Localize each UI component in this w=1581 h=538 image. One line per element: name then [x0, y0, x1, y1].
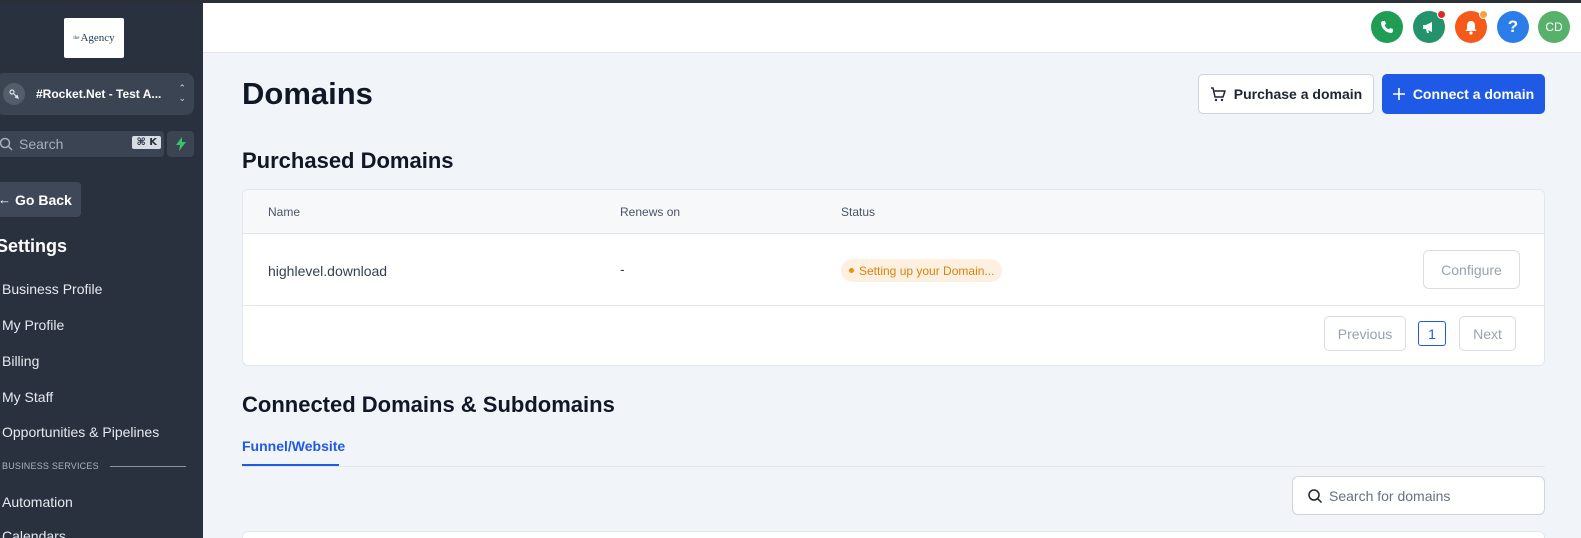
domain-search-input[interactable] — [1329, 487, 1529, 504]
sidebar-item-automation[interactable]: Automation — [2, 494, 73, 510]
account-name: #Rocket.Net - Test A... — [36, 87, 162, 101]
sidebar-item-my-staff[interactable]: My Staff — [2, 389, 53, 405]
table-row: highlevel.download - Setting up your Dom… — [243, 234, 1544, 306]
cart-icon — [1210, 86, 1226, 102]
domain-name: highlevel.download — [268, 263, 388, 279]
search-placeholder: Search — [19, 136, 64, 152]
phone-icon[interactable] — [1371, 11, 1403, 43]
active-tab-indicator — [242, 464, 339, 466]
purchase-domain-button[interactable]: Purchase a domain — [1198, 74, 1374, 114]
column-header-name: Name — [268, 205, 301, 219]
status-badge: Setting up your Domain... — [841, 259, 1003, 282]
avatar[interactable]: CD — [1538, 11, 1570, 43]
previous-page-button[interactable]: Previous — [1324, 316, 1406, 351]
search-icon — [1307, 488, 1323, 504]
top-header: ? CD — [203, 3, 1581, 53]
connect-domain-button[interactable]: Connect a domain — [1382, 74, 1545, 114]
domain-search-field[interactable] — [1292, 476, 1545, 515]
page-title: Domains — [242, 76, 373, 111]
next-page-button[interactable]: Next — [1459, 316, 1516, 351]
purchase-domain-label: Purchase a domain — [1233, 86, 1363, 102]
notification-dot — [1479, 10, 1488, 19]
sidebar-item-calendars[interactable]: Calendars — [2, 528, 66, 538]
connected-domains-heading: Connected Domains & Subdomains — [242, 392, 615, 417]
configure-button[interactable]: Configure — [1423, 250, 1520, 289]
tab-funnel-website[interactable]: Funnel/Website — [242, 438, 345, 454]
go-back-button[interactable]: ← Go Back — [0, 182, 81, 217]
quick-actions-button[interactable] — [167, 131, 194, 157]
account-switcher[interactable]: #Rocket.Net - Test A... ⌃ ⌄ — [0, 73, 194, 115]
agency-logo[interactable]: the Agency — [64, 18, 124, 58]
lightning-icon — [175, 137, 186, 151]
sidebar-item-my-profile[interactable]: My Profile — [2, 317, 64, 333]
status-text: Setting up your Domain... — [859, 263, 995, 278]
plus-icon — [1392, 88, 1405, 100]
renews-on: - — [620, 261, 625, 277]
status-dot — [849, 268, 854, 273]
location-icon — [3, 83, 25, 105]
purchased-domains-heading: Purchased Domains — [242, 148, 454, 173]
arrow-left-icon: ← — [0, 192, 11, 207]
purchased-domains-table: Name Renews on Status highlevel.download… — [242, 189, 1545, 366]
section-divider — [110, 466, 186, 467]
bell-icon[interactable] — [1455, 10, 1488, 43]
megaphone-icon[interactable] — [1413, 10, 1446, 43]
notification-dot — [1437, 10, 1446, 19]
search-shortcut: ⌘ K — [132, 136, 161, 149]
search-icon — [0, 137, 13, 151]
sidebar: the Agency #Rocket.Net - Test A... ⌃ ⌄ Sea… — [0, 0, 203, 538]
column-header-renews-on: Renews on — [620, 205, 681, 219]
help-icon[interactable]: ? — [1497, 11, 1529, 43]
sidebar-item-billing[interactable]: Billing — [2, 353, 39, 369]
section-label-business-services: BUSINESS SERVICES — [2, 461, 99, 471]
window-top-border — [0, 0, 1581, 3]
tab-divider — [242, 466, 1545, 467]
settings-heading: Settings — [0, 236, 68, 256]
table-header: Name Renews on Status — [243, 190, 1544, 234]
sidebar-item-opportunities[interactable]: Opportunities & Pipelines — [2, 424, 159, 440]
go-back-label: Go Back — [15, 191, 72, 208]
page-number-button[interactable]: 1 — [1418, 321, 1446, 346]
column-header-status: Status — [841, 205, 876, 219]
connect-domain-label: Connect a domain — [1412, 86, 1535, 102]
chevron-updown-icon: ⌃ ⌄ — [178, 83, 186, 103]
sidebar-item-business-profile[interactable]: Business Profile — [2, 281, 102, 297]
sidebar-search-input[interactable]: Search ⌘ K — [0, 131, 164, 157]
connected-domains-table — [242, 531, 1545, 538]
